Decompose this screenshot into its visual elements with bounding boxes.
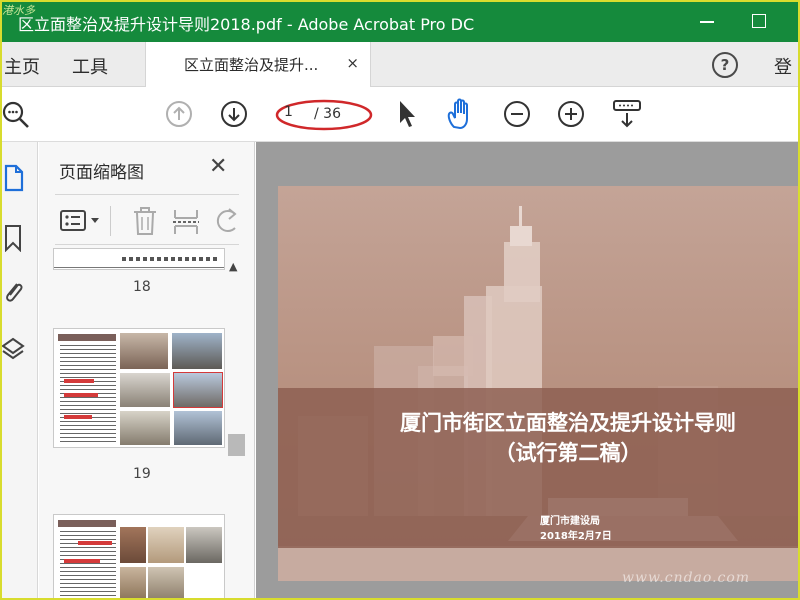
- thumbnail-page-number: 19: [133, 466, 151, 482]
- close-panel-icon[interactable]: ✕: [209, 154, 227, 179]
- previous-page-icon[interactable]: [165, 100, 193, 128]
- scrollbar-thumb[interactable]: [228, 434, 245, 456]
- hand-tool-icon[interactable]: [444, 97, 478, 131]
- document-title-line2: （试行第二稿）: [494, 441, 642, 465]
- thumbnail-scrollbar[interactable]: ▲: [227, 260, 245, 600]
- thumbnail-highlight: [78, 541, 112, 545]
- thumbnail-photo: [174, 411, 222, 445]
- rotate-page-icon[interactable]: [215, 206, 239, 236]
- close-tab-icon[interactable]: ×: [346, 54, 359, 72]
- title-bar: 港水多 区立面整治及提升设计导则2018.pdf - Adobe Acrobat…: [0, 0, 800, 42]
- page-thumbnail-20[interactable]: [53, 514, 225, 600]
- search-icon[interactable]: [0, 99, 34, 129]
- thumbnail-highlight: [64, 393, 98, 397]
- attachments-icon[interactable]: [1, 278, 25, 308]
- document-view: 厦门市街区立面整治及提升设计导则 （试行第二稿） 厦门市建设局 2018年2月7…: [256, 142, 800, 600]
- thumbnail-highlight: [64, 415, 92, 419]
- thumbnail-highlight: [64, 559, 100, 563]
- thumbnail-content: [122, 257, 218, 261]
- extract-page-icon[interactable]: [172, 206, 202, 236]
- thumbnail-photo: [186, 527, 222, 563]
- home-menu[interactable]: 主页: [4, 53, 40, 79]
- tools-menu[interactable]: 工具: [72, 53, 108, 79]
- login-button[interactable]: 登: [774, 53, 792, 79]
- page-thumbnails-panel: 页面缩略图 ✕ 18 19 ▲: [39, 142, 255, 600]
- next-page-icon[interactable]: [220, 100, 248, 128]
- bookmarks-icon[interactable]: [2, 224, 24, 252]
- thumbnail-photo: [120, 333, 168, 369]
- pdf-page: 厦门市街区立面整治及提升设计导则 （试行第二稿） 厦门市建设局 2018年2月7…: [278, 186, 798, 581]
- scroll-up-arrow-icon[interactable]: ▲: [229, 260, 237, 273]
- page-thumbnails-icon[interactable]: [3, 164, 25, 192]
- divider: [110, 206, 111, 236]
- cover-title-banner: 厦门市街区立面整治及提升设计导则 （试行第二稿） 厦门市建设局 2018年2月7…: [278, 388, 798, 548]
- thumbnail-photo: [120, 373, 170, 407]
- toolbar: 1 / 36: [0, 87, 800, 142]
- total-pages-label: / 36: [314, 106, 341, 122]
- thumbnail-header: [58, 334, 116, 341]
- thumbnail-photo: [120, 411, 170, 445]
- divider: [55, 244, 239, 245]
- zoom-out-icon[interactable]: [503, 100, 531, 128]
- scroll-mode-icon[interactable]: [612, 98, 642, 130]
- page-number-box[interactable]: 1 / 36: [274, 95, 373, 131]
- thumbnail-photo: [120, 527, 146, 563]
- thumbnail-tools: [55, 200, 239, 242]
- zoom-in-icon[interactable]: [557, 100, 585, 128]
- current-page-input[interactable]: 1: [284, 104, 293, 120]
- tab-bar: 主页 工具 区立面整治及提升... × ? 登: [0, 42, 800, 87]
- page-thumbnail-19[interactable]: [53, 328, 225, 448]
- left-navigation-rail: [0, 142, 38, 600]
- document-organization: 厦门市建设局: [540, 516, 600, 527]
- document-tab-label: 区立面整治及提升...: [184, 56, 319, 74]
- site-watermark: www.cndao.com: [622, 570, 751, 586]
- thumbnail-page-number: 18: [133, 279, 151, 295]
- layers-icon[interactable]: [1, 336, 25, 366]
- options-menu-icon[interactable]: [59, 208, 103, 234]
- document-title-line1: 厦门市街区立面整治及提升设计导则: [400, 411, 736, 435]
- page-thumbnail-17[interactable]: [53, 248, 225, 270]
- panel-title: 页面缩略图: [59, 163, 144, 183]
- minimize-button[interactable]: [690, 8, 724, 34]
- divider: [55, 194, 239, 195]
- select-cursor-icon[interactable]: [396, 99, 418, 129]
- document-date: 2018年2月7日: [540, 531, 612, 542]
- thumbnail-header: [58, 520, 116, 527]
- help-button[interactable]: ?: [712, 52, 738, 78]
- thumbnail-photo: [120, 567, 146, 599]
- document-tab[interactable]: 区立面整治及提升... ×: [145, 42, 371, 87]
- thumbnail-highlight: [64, 379, 94, 383]
- thumbnail-photo: [172, 333, 222, 369]
- delete-page-icon[interactable]: [132, 206, 158, 236]
- document-title: 厦门市街区立面整治及提升设计导则 （试行第二稿）: [388, 408, 748, 468]
- thumbnail-photo: [148, 567, 184, 599]
- window-title: 区立面整治及提升设计导则2018.pdf - Adobe Acrobat Pro…: [18, 15, 475, 34]
- thumbnail-photo: [148, 527, 184, 563]
- thumbnail-photo: [173, 372, 223, 408]
- maximize-button[interactable]: [742, 8, 776, 34]
- divider: [54, 267, 224, 268]
